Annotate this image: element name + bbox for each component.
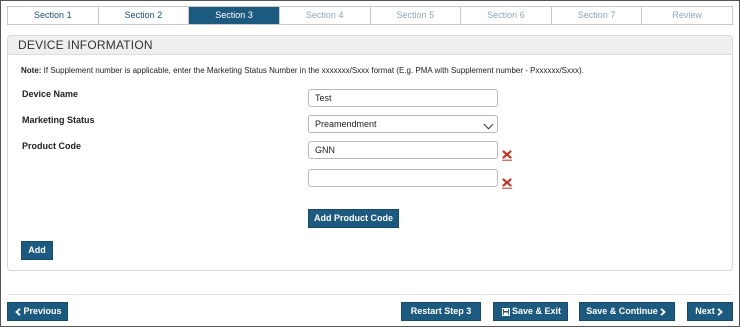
previous-button[interactable]: Previous — [7, 302, 68, 321]
device-information-panel: DEVICE INFORMATION Note: If Supplement n… — [7, 35, 733, 271]
floppy-disk-icon — [501, 307, 510, 316]
save-exit-label: Save & Exit — [511, 306, 562, 316]
section-tabs: Section 1 Section 2 Section 3 Section 4 … — [7, 6, 733, 25]
product-code-label: Product Code — [22, 141, 82, 151]
save-exit-button[interactable]: Save & Exit — [493, 302, 568, 321]
next-label: Next — [695, 306, 715, 316]
tab-review: Review — [672, 10, 702, 20]
tab-section-4: Section 4 — [280, 7, 371, 24]
delete-product-code-2-icon[interactable] — [502, 178, 512, 189]
tab-section-1[interactable]: Section 1 — [8, 7, 99, 24]
tab-section-6: Section 6 — [461, 7, 552, 24]
footer-divider — [7, 294, 733, 295]
tab-section-7: Section 7 — [552, 7, 643, 24]
chevron-right-icon — [717, 307, 723, 316]
note-text: If Supplement number is applicable, ente… — [41, 66, 584, 75]
chevron-right-icon — [660, 307, 666, 316]
next-button[interactable]: Next — [687, 302, 733, 321]
product-code-input-1[interactable]: GNN — [308, 141, 498, 159]
tab-section-2[interactable]: Section 2 — [99, 7, 190, 24]
product-code-input-2[interactable] — [308, 169, 498, 187]
add-button[interactable]: Add — [21, 241, 53, 260]
marketing-status-value: Preamendment — [315, 119, 377, 129]
save-continue-button[interactable]: Save & Continue — [579, 302, 675, 321]
note-prefix: Note: — [21, 66, 42, 75]
previous-label: Previous — [23, 306, 62, 316]
device-name-label: Device Name — [22, 89, 79, 99]
add-product-code-button[interactable]: Add Product Code — [308, 209, 399, 228]
device-name-input[interactable]: Test — [308, 89, 498, 107]
save-continue-label: Save & Continue — [586, 306, 658, 316]
chevron-down-icon — [483, 119, 494, 130]
tab-section-5: Section 5 — [371, 7, 462, 24]
delete-product-code-1-icon[interactable] — [502, 150, 512, 161]
tab-section-3[interactable]: Section 3 — [189, 7, 280, 24]
marketing-status-label: Marketing Status — [22, 115, 95, 125]
format-note: Note: If Supplement number is applicable… — [21, 66, 584, 75]
marketing-status-select[interactable]: Preamendment — [308, 115, 498, 133]
panel-title: DEVICE INFORMATION — [8, 36, 732, 55]
restart-step-button[interactable]: Restart Step 3 — [401, 302, 481, 321]
chevron-left-icon — [15, 307, 22, 316]
